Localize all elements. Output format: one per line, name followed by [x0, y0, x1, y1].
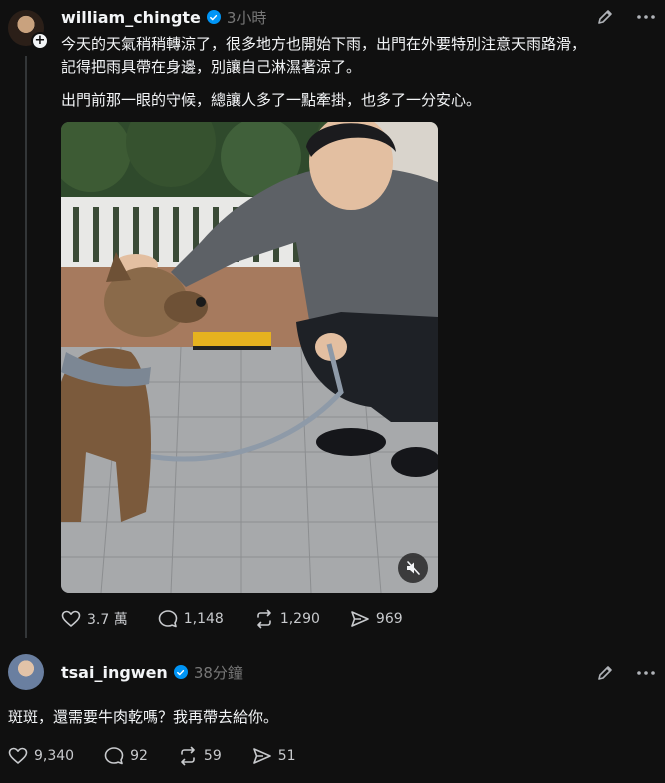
share-icon	[351, 611, 369, 627]
like-button[interactable]: 3.7 萬	[61, 609, 128, 629]
share-count: 51	[277, 748, 296, 764]
share-icon	[252, 748, 271, 764]
muted-speaker-icon	[407, 561, 420, 575]
comment-icon	[104, 747, 124, 765]
more-icon[interactable]	[636, 9, 656, 29]
repost-button[interactable]: 59	[178, 746, 222, 766]
follow-plus-icon[interactable]: +	[31, 32, 49, 50]
edit-icon[interactable]	[596, 8, 614, 30]
post-text-paragraph-1: 今天的天氣稍稍轉涼了，很多地方也開始下雨，出門在外要特別注意天雨路滑， 記得把雨…	[61, 35, 587, 76]
heart-icon	[61, 610, 81, 627]
post-header: william_chingte 3小時	[61, 6, 266, 28]
video-frame	[61, 122, 438, 593]
verified-badge-icon	[173, 665, 188, 679]
edit-icon[interactable]	[596, 664, 614, 686]
share-count: 969	[375, 611, 403, 627]
heart-icon	[8, 747, 28, 764]
repost-icon	[181, 746, 195, 766]
post-header: tsai_ingwen 38分鐘	[61, 661, 243, 683]
post-actions: 3.7 萬 1,148 1,290 969	[61, 609, 403, 629]
comment-count: 1,148	[183, 611, 224, 627]
share-button[interactable]: 969	[350, 609, 403, 629]
thread-line	[25, 56, 27, 638]
comment-button[interactable]: 92	[104, 746, 148, 766]
comment-icon	[158, 610, 178, 628]
repost-icon	[257, 609, 271, 629]
repost-count: 59	[203, 748, 222, 764]
post-video[interactable]	[61, 122, 438, 593]
mute-button[interactable]	[398, 553, 428, 583]
like-count: 3.7 萬	[87, 612, 128, 628]
comment-count: 92	[130, 748, 148, 764]
like-button[interactable]: 9,340	[8, 746, 74, 766]
avatar[interactable]	[8, 654, 44, 690]
like-count: 9,340	[34, 748, 75, 764]
comment-button[interactable]: 1,148	[158, 609, 224, 629]
post-time[interactable]: 3小時	[227, 7, 267, 28]
username[interactable]: william_chingte	[61, 8, 201, 27]
more-icon[interactable]	[636, 665, 656, 685]
verified-badge-icon	[206, 10, 221, 24]
post-text: 斑斑，還需要牛肉乾嗎？我再帶去給你。	[8, 708, 279, 726]
repost-button[interactable]: 1,290	[254, 609, 320, 629]
post-time[interactable]: 38分鐘	[194, 662, 243, 683]
share-button[interactable]: 51	[252, 746, 296, 766]
post-actions: 9,340 92 59 51	[8, 746, 296, 766]
post-text-paragraph-2: 出門前那一眼的守候，總讓人多了一點牽掛，也多了一分安心。	[61, 91, 482, 109]
username[interactable]: tsai_ingwen	[61, 663, 168, 682]
repost-count: 1,290	[279, 611, 320, 627]
